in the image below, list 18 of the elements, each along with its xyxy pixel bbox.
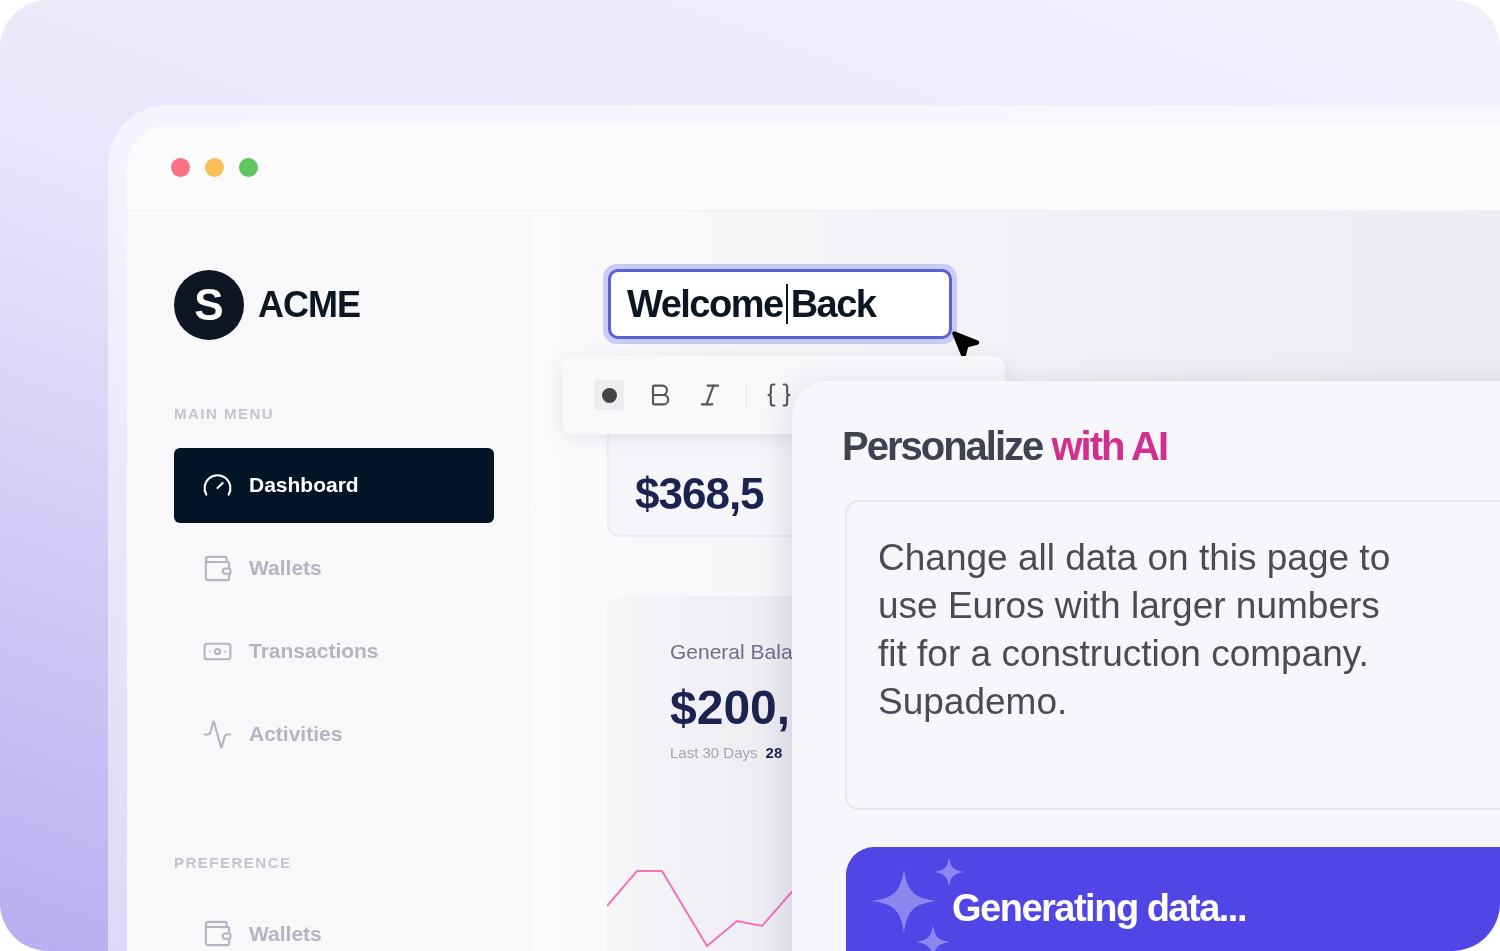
logo-badge: S <box>174 270 244 340</box>
color-swatch-button[interactable] <box>594 380 624 410</box>
wallet-icon <box>202 918 233 949</box>
generate-button[interactable]: Generating data... <box>846 847 1500 951</box>
period-label: Last 30 Days <box>670 742 758 763</box>
code-icon <box>765 381 793 409</box>
card-label: General Bala <box>670 639 793 665</box>
logo-text: ACME <box>258 283 360 327</box>
balance-amount: $368,5 <box>635 469 764 518</box>
prompt-field[interactable]: Change all data on this page to use Euros with larger numbers fit for a construction company. Supademo. <box>845 500 1500 810</box>
activity-icon <box>202 718 233 750</box>
title-input[interactable]: Welcome Back <box>608 269 952 339</box>
balance-amount: $200, <box>670 683 791 732</box>
window-control[interactable] <box>171 158 190 177</box>
sidebar-item[interactable]: Dashboard <box>174 447 494 523</box>
code-button[interactable] <box>746 381 793 409</box>
change-value: 28 <box>765 742 783 763</box>
panel-title: Personalize with AI <box>842 426 1169 466</box>
